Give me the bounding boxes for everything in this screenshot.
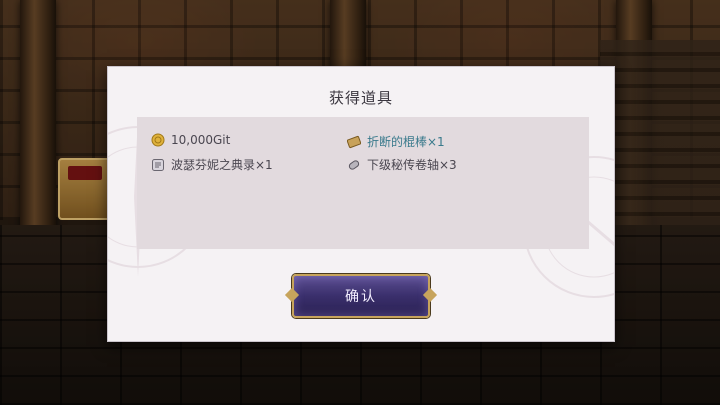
reward-item-tome[interactable]: 波瑟芬妮之典录×1 [151,156,273,173]
gold-coin-icon [151,133,165,147]
reward-item-gold[interactable]: 10,000Git [151,133,230,147]
tome-icon [151,158,165,172]
broken-stick-icon [347,135,361,149]
reward-item-broken-stick[interactable]: 折断的棍棒×1 [347,133,445,150]
confirm-button-label: 确认 [345,289,377,305]
reward-list: 10,000Git 折断的棍棒×1 波瑟芬妮之典录×1 下级秘传卷轴×3 [137,117,589,249]
reward-item-scroll[interactable]: 下级秘传卷轴×3 [347,156,457,173]
reward-item-label: 10,000Git [171,133,231,147]
dialog-title: 获得道具 [328,89,393,107]
reward-item-label: 折断的棍棒×1 [367,135,445,149]
scroll-icon [347,158,361,172]
reward-item-label: 下级秘传卷轴×3 [367,158,457,172]
reward-dialog: 获得道具 10,000Git 折断的棍棒×1 波瑟芬妮之典录×1 下级秘传卷轴×… [107,66,615,342]
confirm-button[interactable]: 确认 [292,274,430,318]
reward-item-label: 波瑟芬妮之典录×1 [171,158,273,172]
